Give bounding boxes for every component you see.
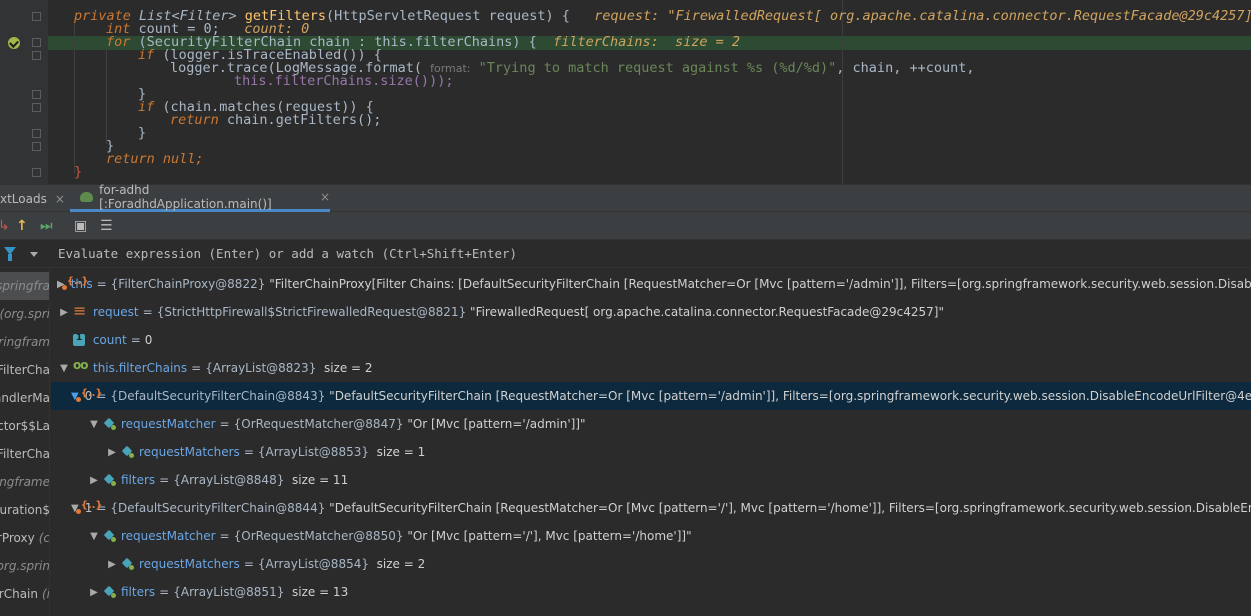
variable-row[interactable]: ▶ requestMatchers = {ArrayList@8853} size … [51, 438, 1251, 466]
tab-for-adhd[interactable]: for-adhd [:ForadhdApplication.main()] × [70, 183, 330, 212]
variable-row[interactable]: ▶ this = {FilterChainProxy@8822} "FilterCh… [51, 270, 1251, 298]
field-icon [103, 417, 117, 431]
breakpoint-check-icon[interactable] [8, 37, 20, 49]
close-icon[interactable]: × [320, 190, 330, 204]
frame-item[interactable]: /org.sprin [0, 552, 49, 580]
field-icon [103, 529, 117, 543]
close-icon[interactable]: × [55, 192, 65, 206]
debug-toolbar: ↳ ↑ ⏭ ▣ ☰ [0, 212, 1251, 240]
fold-marker[interactable] [32, 38, 41, 47]
fold-marker[interactable] [32, 90, 41, 99]
fold-marker[interactable] [32, 103, 41, 112]
code-line-12: return null; [106, 151, 204, 167]
variable-row[interactable]: ▼ 0 = {DefaultSecurityFilterChain@8843} "D… [51, 382, 1251, 410]
console-icon[interactable]: ▣ [74, 218, 87, 234]
variable-row[interactable]: ▼ 1 = {DefaultSecurityFilterChain@8844} "D… [51, 494, 1251, 522]
layout-list-icon[interactable]: ☰ [100, 218, 113, 234]
chevron-right-icon[interactable]: ▶ [105, 447, 119, 458]
tab-context-loads[interactable]: xtLoads × [0, 185, 65, 212]
indent-guide [106, 48, 107, 144]
run-to-cursor-icon[interactable]: ⏭ [40, 218, 53, 234]
chevron-right-icon[interactable]: ▶ [87, 587, 101, 598]
frame-item[interactable]: y(org.spri [0, 300, 49, 328]
stop-icon[interactable]: ↳ [0, 218, 10, 234]
code-line-6: this.filterChains.size())); [234, 73, 454, 89]
chevron-down-icon[interactable]: ▼ [57, 363, 71, 374]
code-line-13: } [74, 164, 83, 180]
frame-item[interactable]: ector$$La [0, 412, 49, 440]
chevron-down-icon[interactable] [30, 252, 38, 257]
frame-item[interactable]: alFilterCha [0, 440, 49, 468]
variable-row[interactable]: ▶ filters = {ArrayList@8851} size = 13 [51, 578, 1251, 606]
field-icon [121, 557, 135, 571]
code-editor[interactable]: private List<Filter> getFilters(HttpServ… [0, 0, 1251, 184]
frame-item[interactable]: ringframe [0, 468, 49, 496]
fold-marker[interactable] [32, 142, 41, 151]
debug-tabs: xtLoads × for-adhd [:ForadhdApplication.… [0, 183, 1251, 212]
request-icon [73, 301, 89, 320]
code-line-9: return chain.getFilters(); [170, 112, 382, 128]
code-line-10: } [138, 125, 147, 141]
evaluate-expression-input[interactable]: Evaluate expression (Enter) or add a wat… [58, 246, 517, 261]
frame-item[interactable]: landlerMa [0, 384, 49, 412]
step-out-icon[interactable]: ↑ [16, 218, 28, 234]
editor-gutter[interactable] [0, 0, 48, 184]
chevron-right-icon[interactable]: ▶ [105, 559, 119, 570]
field-icon [121, 445, 135, 459]
chevron-down-icon[interactable]: ▼ [87, 419, 101, 430]
field-icon [103, 473, 117, 487]
frame-item[interactable]: a.springfra [0, 272, 49, 300]
variable-row[interactable]: ▶ filters = {ArrayList@8848} size = 11 [51, 466, 1251, 494]
variable-row[interactable]: ▼ requestMatcher = {OrRequestMatcher@8847}… [51, 410, 1251, 438]
frame-item[interactable]: springfram [0, 328, 49, 356]
frames-panel: a.springfra y(org.spri springfram alFilt… [0, 268, 50, 616]
variable-row[interactable]: ▶ requestMatchers = {ArrayList@8854} size … [51, 550, 1251, 578]
fold-marker[interactable] [32, 12, 41, 21]
fold-marker[interactable] [32, 51, 41, 60]
variable-row[interactable]: ▶ request={StrictHttpFirewall$StrictFire… [51, 298, 1251, 326]
frame-item[interactable]: guration$ [0, 496, 49, 524]
frame-item[interactable]: rProxy (c [0, 524, 49, 552]
frame-item[interactable]: alFilterCha [0, 356, 49, 384]
field-icon [103, 585, 117, 599]
fold-marker[interactable] [32, 168, 41, 177]
variables-tree: ▶ this = {FilterChainProxy@8822} "FilterCh… [51, 268, 1251, 616]
variable-row[interactable]: count=0 [51, 326, 1251, 354]
tab-label: for-adhd [:ForadhdApplication.main()] [99, 183, 272, 211]
filter-icon[interactable] [4, 247, 16, 261]
frame-item[interactable]: erChain(i [0, 580, 49, 608]
debug-bug-icon [80, 192, 94, 202]
variable-row[interactable]: ▼ this.filterChains={ArrayList@8823} siz… [51, 354, 1251, 382]
watch-glasses-icon [73, 358, 89, 375]
chevron-right-icon[interactable]: ▶ [87, 475, 101, 486]
fold-marker[interactable] [32, 129, 41, 138]
chevron-down-icon[interactable]: ▼ [87, 531, 101, 542]
watch-bar: Evaluate expression (Enter) or add a wat… [0, 240, 1251, 268]
indent-guide [74, 22, 75, 174]
chevron-right-icon[interactable]: ▶ [57, 307, 71, 318]
tab-label: xtLoads [0, 191, 47, 206]
primitive-icon [73, 333, 85, 346]
right-margin-guide [842, 0, 843, 184]
variable-row[interactable]: ▼ requestMatcher = {OrRequestMatcher@8850}… [51, 522, 1251, 550]
